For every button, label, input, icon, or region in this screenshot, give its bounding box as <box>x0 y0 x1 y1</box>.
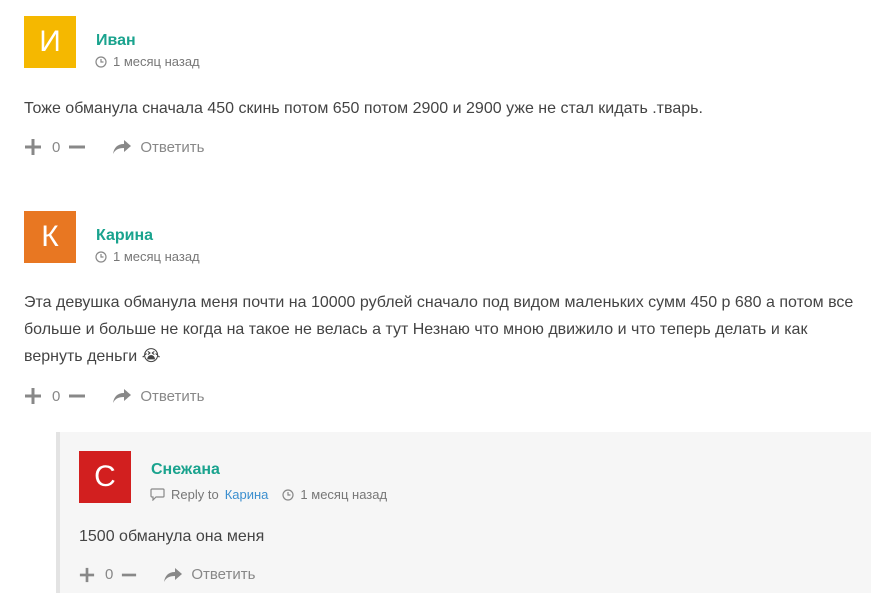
vote-up-button[interactable] <box>24 138 42 156</box>
comment-actions: 0 Ответить <box>79 566 255 583</box>
vote-up-button[interactable] <box>24 387 42 405</box>
minus-icon <box>69 394 86 398</box>
vote-down-button[interactable] <box>121 567 137 583</box>
minus-icon <box>122 573 137 576</box>
comment-author[interactable]: Иван <box>96 32 136 50</box>
reply-button[interactable]: Ответить <box>112 388 204 405</box>
avatar: С <box>79 451 131 503</box>
reply-to-link[interactable]: Карина <box>225 487 269 502</box>
reply-arrow-icon <box>113 140 132 154</box>
comment-meta: 1 месяц назад <box>95 249 200 264</box>
reply-label: Ответить <box>140 387 205 405</box>
comment-body: Тоже обманула сначала 450 скинь потом 65… <box>24 100 703 117</box>
avatar-initial: К <box>41 220 59 253</box>
comment-actions: 0 Ответить <box>24 387 204 405</box>
vote-down-button[interactable] <box>68 138 86 156</box>
reply-button[interactable]: Ответить <box>163 566 255 583</box>
vote-count: 0 <box>52 387 61 405</box>
comment-text: 1500 обманула она меня <box>79 523 839 550</box>
avatar: И <box>24 16 76 68</box>
vote-up-button[interactable] <box>79 567 95 583</box>
vote-down-button[interactable] <box>68 387 86 405</box>
clock-icon <box>95 250 107 263</box>
clock-icon <box>95 55 107 68</box>
reply-arrow-icon <box>113 389 132 403</box>
reply-button[interactable]: Ответить <box>112 139 204 156</box>
comment-bubble-icon <box>150 488 165 501</box>
comment-meta: 1 месяц назад <box>95 54 200 69</box>
clock-icon <box>282 488 295 501</box>
plus-icon <box>25 139 41 155</box>
comment-author[interactable]: Карина <box>96 227 153 245</box>
vote-count: 0 <box>52 138 61 156</box>
minus-icon <box>69 145 86 149</box>
crying-emoji-icon: 😭 <box>141 348 161 365</box>
comment-body: 1500 обманула она меня <box>79 528 265 545</box>
comment-actions: 0 Ответить <box>24 138 204 156</box>
comment-meta: Reply to Карина 1 месяц назад <box>150 487 387 502</box>
comment-author[interactable]: Снежана <box>151 461 220 479</box>
reply-to-label: Reply to <box>171 487 219 502</box>
avatar-initial: И <box>39 25 61 58</box>
reply-label: Ответить <box>140 138 205 156</box>
comment-time: 1 месяц назад <box>113 249 200 264</box>
vote-count: 0 <box>105 566 114 583</box>
comment-text: Тоже обманула сначала 450 скинь потом 65… <box>24 95 869 122</box>
nested-reply-container: С Снежана Reply to Карина 1 месяц назад … <box>56 432 871 593</box>
avatar: К <box>24 211 76 263</box>
reply-arrow-icon <box>164 567 183 582</box>
reply-label: Ответить <box>191 566 256 583</box>
comment-time: 1 месяц назад <box>300 487 388 502</box>
comment-time: 1 месяц назад <box>113 54 200 69</box>
plus-icon <box>79 567 95 582</box>
avatar-initial: С <box>94 460 116 493</box>
comment-text: Эта девушка обманула меня почти на 10000… <box>24 289 869 370</box>
plus-icon <box>25 388 41 404</box>
